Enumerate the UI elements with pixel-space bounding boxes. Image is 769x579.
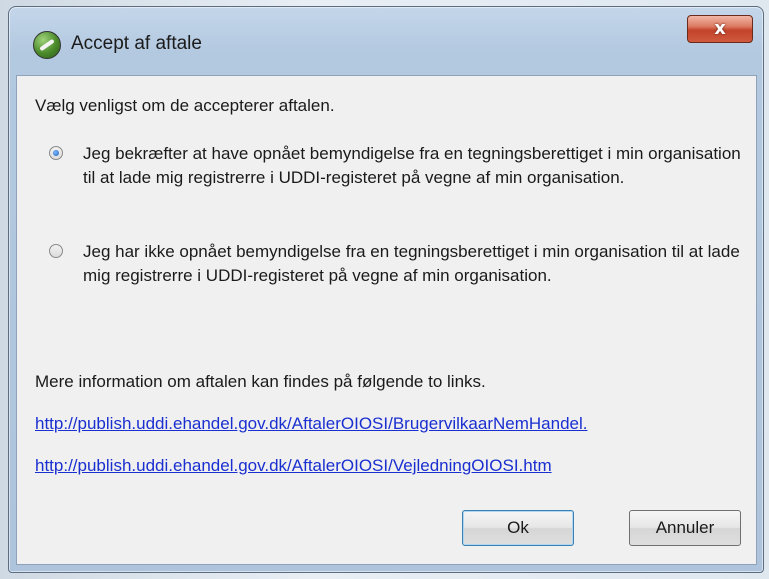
- option-decline-label[interactable]: Jeg har ikke opnået bemyndigelse fra en …: [83, 240, 743, 288]
- info-text: Mere information om aftalen kan findes p…: [35, 372, 486, 391]
- dialog-window: Accept af aftale x Vælg venligst om de a…: [8, 6, 764, 573]
- ok-button[interactable]: Ok: [462, 510, 574, 546]
- intro-text: Vælg venligst om de accepterer aftalen.: [35, 96, 335, 115]
- link-vejledning[interactable]: http://publish.uddi.ehandel.gov.dk/Aftal…: [35, 456, 552, 476]
- dialog-body: Vælg venligst om de accepterer aftalen. …: [16, 75, 757, 565]
- globe-app-icon: [33, 31, 61, 59]
- link-brugervilkaar[interactable]: http://publish.uddi.ehandel.gov.dk/Aftal…: [35, 414, 587, 434]
- cancel-button[interactable]: Annuler: [629, 510, 741, 546]
- radio-decline[interactable]: [49, 244, 63, 258]
- title-bar[interactable]: Accept af aftale x: [9, 7, 763, 75]
- window-title: Accept af aftale: [71, 33, 202, 54]
- option-confirm-label[interactable]: Jeg bekræfter at have opnået bemyndigels…: [83, 142, 743, 190]
- radio-confirm[interactable]: [49, 146, 63, 160]
- close-button[interactable]: x: [687, 15, 753, 43]
